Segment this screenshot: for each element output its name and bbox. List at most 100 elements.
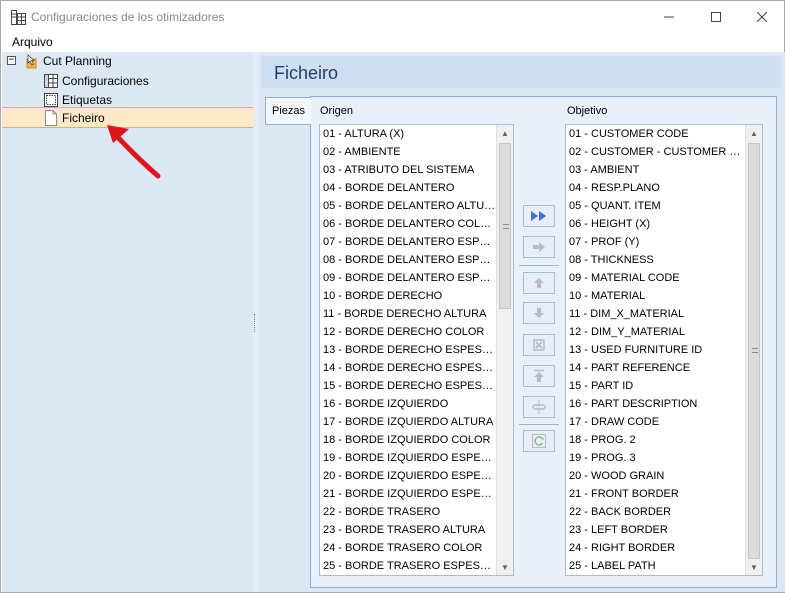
- maximize-icon: [711, 12, 721, 22]
- red-pointer-arrow-icon: [107, 125, 161, 179]
- list-item[interactable]: 09 - BORDE DELANTERO ESPESOR: [320, 269, 496, 287]
- move-all-right-button[interactable]: [523, 205, 555, 227]
- menu-arquivo[interactable]: Arquivo: [12, 35, 53, 49]
- origin-scrollbar[interactable]: ▲ ▼: [496, 125, 513, 575]
- origin-label: Origen: [320, 105, 354, 117]
- collapse-icon[interactable]: −: [7, 56, 16, 65]
- move-right-button[interactable]: [523, 236, 555, 258]
- list-item[interactable]: 25 - LABEL PATH: [566, 557, 742, 575]
- list-item[interactable]: 23 - BORDE TRASERO ALTURA: [320, 521, 496, 539]
- list-item[interactable]: 04 - RESP.PLANO: [566, 179, 742, 197]
- list-item[interactable]: 19 - PROG. 3: [566, 449, 742, 467]
- page-title: Ficheiro: [274, 63, 339, 83]
- window-title: Configuraciones de los otimizadores: [31, 10, 225, 24]
- list-item[interactable]: 15 - BORDE DERECHO ESPESOR: [320, 377, 496, 395]
- list-item[interactable]: 11 - DIM_X_MATERIAL: [566, 305, 742, 323]
- list-item[interactable]: 01 - ALTURA (X): [320, 125, 496, 143]
- close-button[interactable]: [739, 1, 785, 33]
- scroll-thumb[interactable]: [748, 143, 760, 559]
- list-item[interactable]: 01 - CUSTOMER CODE: [566, 125, 742, 143]
- app-window: Configuraciones de los otimizadores Arqu…: [0, 0, 785, 593]
- scroll-down-arrow-icon[interactable]: ▼: [746, 559, 762, 575]
- maximize-button[interactable]: [693, 1, 739, 33]
- list-item[interactable]: 17 - BORDE IZQUIERDO ALTURA: [320, 413, 496, 431]
- list-item[interactable]: 24 - RIGHT BORDER: [566, 539, 742, 557]
- list-item[interactable]: 16 - BORDE IZQUIERDO: [320, 395, 496, 413]
- list-item[interactable]: 03 - AMBIENT: [566, 161, 742, 179]
- list-item[interactable]: 05 - QUANT. ITEM: [566, 197, 742, 215]
- blank-file-icon: [45, 109, 57, 126]
- list-item[interactable]: 12 - DIM_Y_MATERIAL: [566, 323, 742, 341]
- list-item[interactable]: 14 - BORDE DERECHO ESPESOR: [320, 359, 496, 377]
- list-item[interactable]: 14 - PART REFERENCE: [566, 359, 742, 377]
- move-up-button[interactable]: [523, 272, 555, 294]
- tree-node-ficheiro[interactable]: Ficheiro: [43, 108, 105, 127]
- target-label: Objetivo: [567, 105, 608, 117]
- list-item[interactable]: 24 - BORDE TRASERO COLOR: [320, 539, 496, 557]
- tree-node-etiquetas[interactable]: Etiquetas: [43, 90, 112, 109]
- list-item[interactable]: 18 - BORDE IZQUIERDO COLOR: [320, 431, 496, 449]
- link-button[interactable]: [523, 396, 555, 418]
- list-item[interactable]: 06 - BORDE DELANTERO COLOR: [320, 215, 496, 233]
- scroll-thumb[interactable]: [499, 143, 511, 309]
- list-item[interactable]: 06 - HEIGHT (X): [566, 215, 742, 233]
- tree-node-configuraciones[interactable]: Configuraciones: [43, 71, 149, 90]
- list-item[interactable]: 02 - CUSTOMER - CUSTOMER PR: [566, 143, 742, 161]
- list-item[interactable]: 16 - PART DESCRIPTION: [566, 395, 742, 413]
- list-item[interactable]: 11 - BORDE DERECHO ALTURA: [320, 305, 496, 323]
- list-item[interactable]: 10 - MATERIAL: [566, 287, 742, 305]
- refresh-button[interactable]: [523, 430, 555, 452]
- tree-node-cut-planning[interactable]: − Cut Planning: [2, 52, 252, 71]
- splitter-grip-icon: [254, 314, 257, 332]
- minimize-icon: [664, 16, 674, 18]
- list-item[interactable]: 22 - BORDE TRASERO: [320, 503, 496, 521]
- list-item[interactable]: 02 - AMBIENTE: [320, 143, 496, 161]
- list-item[interactable]: 20 - WOOD GRAIN: [566, 467, 742, 485]
- list-item[interactable]: 12 - BORDE DERECHO COLOR: [320, 323, 496, 341]
- list-item[interactable]: 20 - BORDE IZQUIERDO ESPESOR: [320, 467, 496, 485]
- minimize-button[interactable]: [646, 1, 692, 33]
- origin-listbox[interactable]: 01 - ALTURA (X) 02 - AMBIENTE 03 - ATRIBUT…: [319, 124, 514, 576]
- list-item[interactable]: 10 - BORDE DERECHO: [320, 287, 496, 305]
- move-down-button[interactable]: [523, 302, 555, 324]
- arrow-right-icon: [533, 242, 545, 252]
- list-item[interactable]: 04 - BORDE DELANTERO: [320, 179, 496, 197]
- menu-bar: Arquivo: [1, 33, 784, 51]
- list-item[interactable]: 17 - DRAW CODE: [566, 413, 742, 431]
- arrow-down-icon: [534, 308, 544, 318]
- scroll-down-arrow-icon[interactable]: ▼: [497, 559, 513, 575]
- grid-config-icon: [44, 73, 58, 88]
- list-item[interactable]: 03 - ATRIBUTO DEL SISTEMA: [320, 161, 496, 179]
- list-item[interactable]: 15 - PART ID: [566, 377, 742, 395]
- arrow-up-icon: [534, 278, 544, 288]
- list-item[interactable]: 13 - BORDE DERECHO ESPESOR: [320, 341, 496, 359]
- list-item[interactable]: 22 - BACK BORDER: [566, 503, 742, 521]
- list-item[interactable]: 19 - BORDE IZQUIERDO ESPESOR: [320, 449, 496, 467]
- tree-root-label: Cut Planning: [43, 54, 112, 68]
- scroll-up-arrow-icon[interactable]: ▲: [746, 125, 762, 141]
- target-listbox[interactable]: 01 - CUSTOMER CODE 02 - CUSTOMER - CUSTOM…: [565, 124, 763, 576]
- origin-list-items: 01 - ALTURA (X) 02 - AMBIENTE 03 - ATRIBUT…: [320, 125, 496, 575]
- scroll-grip-icon: [503, 224, 509, 229]
- list-item[interactable]: 21 - FRONT BORDER: [566, 485, 742, 503]
- target-scrollbar[interactable]: ▲ ▼: [745, 125, 762, 575]
- list-item[interactable]: 09 - MATERIAL CODE: [566, 269, 742, 287]
- scroll-up-arrow-icon[interactable]: ▲: [497, 125, 513, 141]
- list-item[interactable]: 23 - LEFT BORDER: [566, 521, 742, 539]
- list-item[interactable]: 08 - THICKNESS: [566, 251, 742, 269]
- list-item[interactable]: 08 - BORDE DELANTERO ESPESOR: [320, 251, 496, 269]
- move-top-button[interactable]: [523, 365, 555, 387]
- remove-button[interactable]: [523, 334, 555, 356]
- list-item[interactable]: 07 - PROF (Y): [566, 233, 742, 251]
- list-item[interactable]: 05 - BORDE DELANTERO ALTURA: [320, 197, 496, 215]
- list-item[interactable]: 13 - USED FURNITURE ID: [566, 341, 742, 359]
- delete-icon: [533, 339, 545, 351]
- tree-item-label: Ficheiro: [62, 110, 105, 125]
- tree-item-label: Configuraciones: [62, 73, 149, 88]
- move-top-icon: [534, 369, 544, 382]
- list-item[interactable]: 21 - BORDE IZQUIERDO ESPESOR: [320, 485, 496, 503]
- list-item[interactable]: 07 - BORDE DELANTERO ESPESOR: [320, 233, 496, 251]
- list-item[interactable]: 18 - PROG. 2: [566, 431, 742, 449]
- tab-piezas[interactable]: Piezas: [265, 97, 311, 125]
- list-item[interactable]: 25 - BORDE TRASERO ESPESOR: [320, 557, 496, 575]
